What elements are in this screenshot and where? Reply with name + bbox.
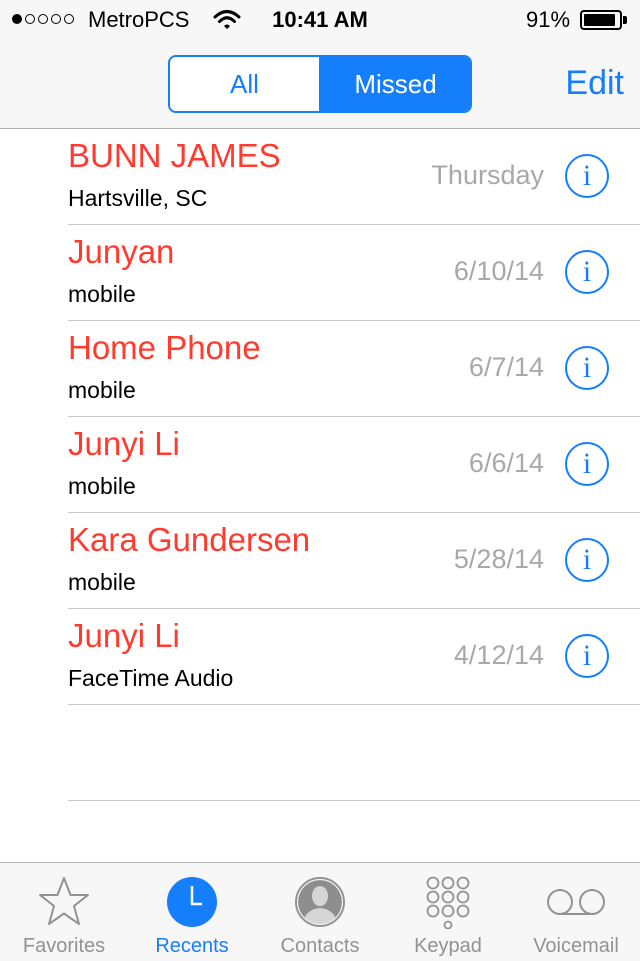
battery-nub <box>623 16 627 24</box>
tab-label: Voicemail <box>533 935 619 957</box>
battery-icon <box>580 10 622 30</box>
info-icon[interactable]: i <box>565 442 609 486</box>
caller-name: Junyi Li <box>68 425 180 462</box>
clock-icon <box>167 877 217 927</box>
call-detail: mobile <box>68 281 136 307</box>
call-detail: mobile <box>68 377 136 403</box>
call-row[interactable]: Junyi Li mobile 6/6/14 i <box>68 417 640 513</box>
info-icon[interactable]: i <box>565 154 609 198</box>
tab-contacts[interactable]: Contacts <box>256 863 384 961</box>
call-row[interactable]: Junyan mobile 6/10/14 i <box>68 225 640 321</box>
call-row[interactable]: Home Phone mobile 6/7/14 i <box>68 321 640 417</box>
caller-name: Junyi Li <box>68 617 180 654</box>
empty-list-row <box>68 705 640 801</box>
info-icon[interactable]: i <box>565 634 609 678</box>
recent-calls-list: BUNN JAMES Hartsville, SC Thursday i Jun… <box>0 129 640 801</box>
call-detail: mobile <box>68 473 136 499</box>
call-date: 5/28/14 <box>453 544 544 574</box>
call-date: 6/6/14 <box>468 448 544 478</box>
info-icon[interactable]: i <box>565 346 609 390</box>
tab-bar: Favorites Recents Contacts Keypad Voicem… <box>0 862 640 961</box>
recents-filter-segmented-control: All Missed <box>168 55 472 113</box>
caller-name: Kara Gundersen <box>68 521 311 558</box>
person-icon <box>295 877 345 927</box>
caller-name: Junyan <box>68 233 175 270</box>
call-date: Thursday <box>431 160 544 190</box>
call-detail: FaceTime Audio <box>68 665 234 691</box>
tab-voicemail[interactable]: Voicemail <box>512 863 640 961</box>
call-row[interactable]: Kara Gundersen mobile 5/28/14 i <box>68 513 640 609</box>
call-detail: Hartsville, SC <box>68 185 208 211</box>
call-detail: mobile <box>68 569 136 595</box>
info-icon[interactable]: i <box>565 538 609 582</box>
edit-button[interactable]: Edit <box>565 64 624 103</box>
tab-label: Keypad <box>414 935 482 957</box>
segment-all[interactable]: All <box>170 57 319 111</box>
segment-missed[interactable]: Missed <box>319 57 470 111</box>
call-row[interactable]: Junyi Li FaceTime Audio 4/12/14 i <box>68 609 640 705</box>
star-icon <box>39 877 89 925</box>
info-icon[interactable]: i <box>565 250 609 294</box>
call-date: 6/10/14 <box>453 256 544 286</box>
tab-recents[interactable]: Recents <box>128 863 256 961</box>
call-row[interactable]: BUNN JAMES Hartsville, SC Thursday i <box>68 129 640 225</box>
battery-percent: 91% <box>526 7 571 32</box>
keypad-icon <box>426 876 470 929</box>
caller-name: Home Phone <box>68 329 261 366</box>
battery-level <box>584 14 615 26</box>
tab-keypad[interactable]: Keypad <box>384 863 512 961</box>
caller-name: BUNN JAMES <box>68 137 281 174</box>
status-bar: MetroPCS 10:41 AM 91% <box>0 0 640 40</box>
voicemail-icon <box>547 889 605 915</box>
tab-favorites[interactable]: Favorites <box>0 863 128 961</box>
call-date: 6/7/14 <box>468 352 544 382</box>
tab-label: Contacts <box>280 935 360 957</box>
call-date: 4/12/14 <box>453 640 544 670</box>
tab-label: Recents <box>155 935 229 957</box>
tab-label: Favorites <box>22 935 106 957</box>
navigation-bar: All Missed Edit <box>0 40 640 129</box>
